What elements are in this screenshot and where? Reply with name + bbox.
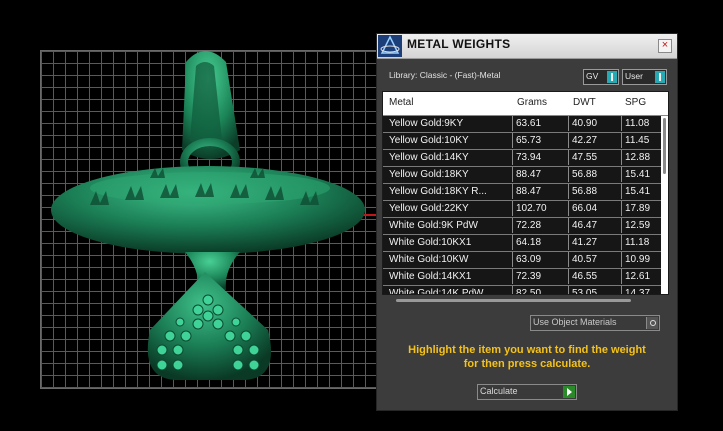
table-row[interactable]: Yellow Gold:18KY R... 88.47 56.88 15.41 xyxy=(383,184,661,201)
instruction-line-1: Highlight the item you want to find the … xyxy=(408,344,646,356)
cell-metal: White Gold:14KX1 xyxy=(389,271,472,282)
cell-spg: 15.41 xyxy=(621,184,661,199)
table-row[interactable]: White Gold:9K PdW 72.28 46.47 12.59 xyxy=(383,218,661,235)
cell-dwt: 40.90 xyxy=(568,116,621,131)
dialog-titlebar[interactable]: METAL WEIGHTS × xyxy=(377,34,677,59)
dropdown-toggle-icon[interactable] xyxy=(646,317,658,329)
table-row[interactable]: Yellow Gold:14KY 73.94 47.55 12.88 xyxy=(383,150,661,167)
cell-dwt: 47.55 xyxy=(568,150,621,165)
cell-metal: Yellow Gold:18KY R... xyxy=(389,186,487,197)
column-header-grams[interactable]: Grams xyxy=(517,97,547,108)
column-header-spg[interactable]: SPG xyxy=(625,97,646,108)
table-row[interactable]: White Gold:10KX1 64.18 41.27 11.18 xyxy=(383,235,661,252)
app-logo-icon xyxy=(378,35,402,57)
horizontal-scroll-thumb[interactable] xyxy=(396,299,631,302)
cell-grams: 63.09 xyxy=(512,252,568,267)
cell-spg: 14.37 xyxy=(621,286,661,294)
close-button[interactable]: × xyxy=(658,39,672,53)
cell-grams: 72.39 xyxy=(512,269,568,284)
user-toggle-indicator-icon xyxy=(655,71,665,83)
instruction-text: Highlight the item you want to find the … xyxy=(377,343,677,371)
cell-metal: Yellow Gold:22KY xyxy=(389,203,469,214)
cell-spg: 12.59 xyxy=(621,218,661,233)
gv-toggle-label: GV xyxy=(586,71,599,81)
table-row[interactable]: Yellow Gold:18KY 88.47 56.88 15.41 xyxy=(383,167,661,184)
play-icon[interactable] xyxy=(563,386,575,398)
cell-dwt: 53.05 xyxy=(568,286,621,294)
dialog-title: METAL WEIGHTS xyxy=(407,37,511,51)
cell-grams: 63.61 xyxy=(512,116,568,131)
cell-grams: 65.73 xyxy=(512,133,568,148)
cell-dwt: 40.57 xyxy=(568,252,621,267)
library-label: Library: Classic - (Fast)-Metal xyxy=(389,70,501,80)
table-row[interactable]: Yellow Gold:10KY 65.73 42.27 11.45 xyxy=(383,133,661,150)
table-row[interactable]: White Gold:14K PdW 82.50 53.05 14.37 xyxy=(383,286,661,295)
cell-spg: 15.41 xyxy=(621,167,661,182)
gv-toggle-indicator-icon xyxy=(607,71,617,83)
cell-grams: 88.47 xyxy=(512,184,568,199)
cell-spg: 11.18 xyxy=(621,235,661,250)
cell-metal: Yellow Gold:14KY xyxy=(389,152,469,163)
cell-grams: 73.94 xyxy=(512,150,568,165)
cell-grams: 102.70 xyxy=(512,201,568,216)
instruction-line-2: for then press calculate. xyxy=(463,358,591,370)
cell-dwt: 56.88 xyxy=(568,167,621,182)
cell-spg: 11.08 xyxy=(621,116,661,131)
user-toggle-label: User xyxy=(625,71,643,81)
cell-grams: 82.50 xyxy=(512,286,568,294)
table-row[interactable]: Yellow Gold:9KY 63.61 40.90 11.08 xyxy=(383,116,661,133)
table-body: Yellow Gold:9KY 63.61 40.90 11.08 Yellow Gol… xyxy=(383,116,661,295)
cell-dwt: 46.47 xyxy=(568,218,621,233)
column-header-dwt[interactable]: DWT xyxy=(573,97,596,108)
metal-weights-dialog: METAL WEIGHTS × Library: Classic - (Fast… xyxy=(376,33,678,411)
user-toggle[interactable]: User xyxy=(622,69,667,85)
use-object-materials-dropdown[interactable]: Use Object Materials xyxy=(530,315,660,331)
cell-spg: 12.88 xyxy=(621,150,661,165)
vertical-scrollbar[interactable] xyxy=(661,116,668,294)
cell-dwt: 66.04 xyxy=(568,201,621,216)
use-object-materials-label: Use Object Materials xyxy=(533,317,617,327)
cell-metal: Yellow Gold:10KY xyxy=(389,135,469,146)
cell-dwt: 56.88 xyxy=(568,184,621,199)
cell-spg: 10.99 xyxy=(621,252,661,267)
table-row[interactable]: White Gold:10KW 63.09 40.57 10.99 xyxy=(383,252,661,269)
cell-metal: White Gold:9K PdW xyxy=(389,220,478,231)
cell-metal: White Gold:10KW xyxy=(389,254,469,265)
table-header: Metal Grams DWT SPG xyxy=(383,92,668,116)
cell-spg: 12.61 xyxy=(621,269,661,284)
cell-metal: Yellow Gold:18KY xyxy=(389,169,469,180)
column-header-metal[interactable]: Metal xyxy=(389,97,413,108)
cell-dwt: 41.27 xyxy=(568,235,621,250)
table-row[interactable]: Yellow Gold:22KY 102.70 66.04 17.89 xyxy=(383,201,661,218)
cell-grams: 72.28 xyxy=(512,218,568,233)
cell-metal: Yellow Gold:9KY xyxy=(389,118,464,129)
cell-metal: White Gold:14K PdW xyxy=(389,288,484,295)
cell-grams: 64.18 xyxy=(512,235,568,250)
cell-spg: 17.89 xyxy=(621,201,661,216)
metal-table[interactable]: Metal Grams DWT SPG Yellow Gold:9KY 63.61… xyxy=(382,91,669,295)
cell-grams: 88.47 xyxy=(512,167,568,182)
calculate-button[interactable]: Calculate xyxy=(477,384,577,400)
cell-metal: White Gold:10KX1 xyxy=(389,237,472,248)
table-row[interactable]: White Gold:14KX1 72.39 46.55 12.61 xyxy=(383,269,661,286)
horizontal-scrollbar[interactable] xyxy=(382,297,667,305)
gv-toggle[interactable]: GV xyxy=(583,69,619,85)
calculate-label: Calculate xyxy=(480,386,518,396)
cell-dwt: 42.27 xyxy=(568,133,621,148)
cell-dwt: 46.55 xyxy=(568,269,621,284)
vertical-scroll-thumb[interactable] xyxy=(663,118,666,174)
cell-spg: 11.45 xyxy=(621,133,661,148)
